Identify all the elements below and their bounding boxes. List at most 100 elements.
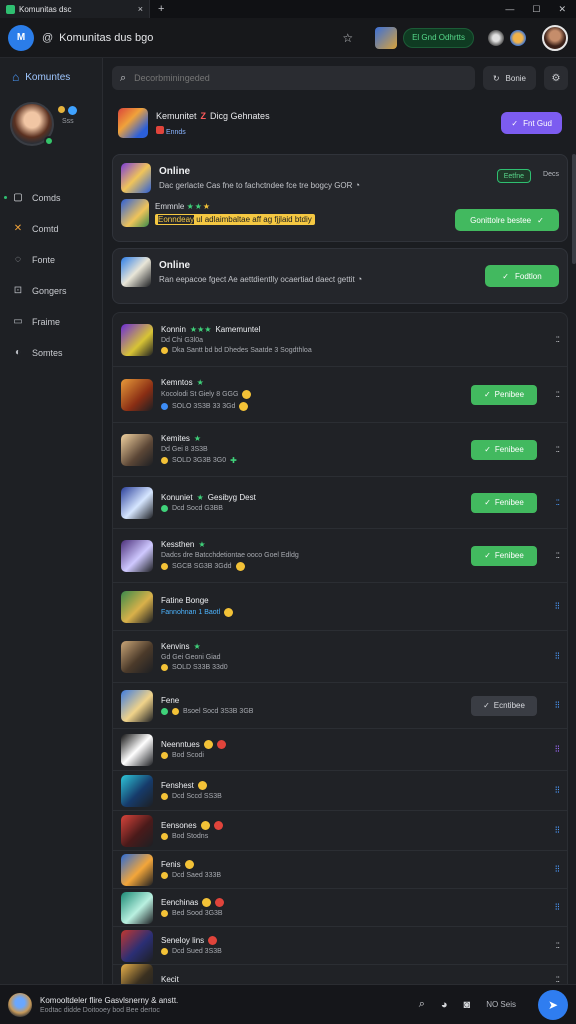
row-action-button[interactable]: ✓ Ecntibee [471,695,537,716]
game-thumbnail[interactable] [121,963,153,984]
list-item[interactable]: Fatine Bonge Fannohnan 1 Baotl ⁝⁝ [113,583,567,631]
row-meta: Dka Santt bd bd Dhedes Saatde 3 Sogdthlo… [161,347,537,354]
list-item[interactable]: Kessthen ★ Dadcs dre Batcchdetiontae ooco … [113,529,567,583]
community-thumbnail[interactable] [118,108,148,138]
list-item[interactable]: Kecit:: [113,963,567,984]
bottom-avatar[interactable] [8,992,32,1017]
online-panel-1: Online Dac gerlacte Cas fne to fachctnde… [112,154,568,242]
filter-button[interactable]: ↻ Bonie [482,66,536,90]
list-item[interactable]: Neenntues Bod Scodi ⁝⁝ [113,729,567,771]
header-thumbnail[interactable] [375,26,398,49]
more-options-icon[interactable]: ⁝⁝ [537,744,560,755]
header-avatar-1[interactable] [488,29,504,46]
scrollbar[interactable] [572,154,576,264]
panel-action-button[interactable]: ✓ Fodtlon [485,265,559,287]
more-options-icon[interactable]: ⁝⁝ [537,864,560,875]
meta-icon [161,664,168,671]
game-thumbnail[interactable] [121,929,153,962]
game-thumbnail[interactable] [121,590,153,623]
app-logo[interactable]: M [8,24,34,51]
more-options-icon[interactable]: ⁝⁝ [537,601,560,612]
browser-tab[interactable]: Komunitas dsc × [0,0,150,18]
game-thumbnail[interactable] [121,689,153,722]
game-thumbnail[interactable] [121,640,153,673]
game-thumbnail[interactable] [121,853,153,886]
close-window-button[interactable]: ✕ [558,4,566,15]
profile[interactable]: Sss [10,102,102,164]
game-thumbnail[interactable] [121,733,153,766]
row-name: Fenis [161,860,537,869]
panel-thumbnail[interactable] [121,257,151,287]
emoji-icon[interactable]: ◙ [464,999,471,1011]
list-item[interactable]: Kenvins ★ Gd Gei Geoni Giad SOLD S33B 33d0 ⁝… [113,631,567,683]
more-options-icon[interactable]: :: [537,444,560,455]
game-thumbnail[interactable] [121,323,153,356]
game-thumbnail[interactable] [121,486,153,519]
list-item[interactable]: Fenis Dcd Saed 333B ⁝⁝ [113,851,567,889]
list-item[interactable]: Eenchinas Bed Sood 3G3B ⁝⁝ [113,889,567,927]
row-name-text: Eensones [161,821,197,830]
more-options-icon[interactable]: ⁝⁝ [537,785,560,796]
more-options-icon[interactable]: ⁝⁝ [537,902,560,913]
list-item[interactable]: Eensones Bod Stodns ⁝⁝ [113,811,567,851]
game-thumbnail[interactable] [121,891,153,924]
search-input[interactable] [134,73,467,83]
header-avatar-2[interactable] [510,29,526,46]
sidebar-item-comds[interactable]: ▢ Comds [0,182,102,213]
list-item[interactable]: Fene Bsoel Socd 3S3B 3GB ✓ Ecntibee ⁝⁝ [113,683,567,729]
header-status-pill[interactable]: El Gnd Odhrtts [403,27,474,48]
sidebar-item-fonte[interactable]: ◌ Fonte [0,244,102,275]
sidebar-item-gongers[interactable]: ⊡ Gongers [0,275,102,306]
more-options-icon[interactable]: :: [537,940,560,951]
game-thumbnail[interactable] [121,378,153,411]
row-text: Kenvins ★ Gd Gei Geoni Giad SOLD S33B 33d0 [161,642,537,671]
sidebar-item-somtes[interactable]: ◐ Somtes [0,337,102,368]
join-button[interactable]: ✓ Fnt Gud [501,112,562,134]
settings-button[interactable]: ⚙ [544,66,568,90]
minimize-button[interactable]: — [505,4,514,15]
chat-fab-button[interactable]: ➤ [538,989,568,1020]
bottom-sub: Eodtac didde Doitooey bod Bee dertoc [40,1006,160,1014]
meta-icon [161,457,168,464]
game-thumbnail[interactable] [121,774,153,807]
compass-icon[interactable]: ◕ [441,999,448,1011]
more-options-icon[interactable]: :: [537,334,560,345]
new-tab-button[interactable]: + [150,3,172,15]
row-action-button[interactable]: ✓ Fenibee [471,492,537,513]
list-item[interactable]: Fenshest Dcd Sccd SS3B ⁝⁝ [113,771,567,811]
row-action-button[interactable]: ✓ Fenibee [471,439,537,460]
tab-close-icon[interactable]: × [138,4,143,14]
star-icon[interactable]: ☆ [342,31,353,45]
more-options-icon[interactable]: :: [537,550,560,561]
game-thumbnail[interactable] [121,814,153,847]
row-name-text: Kemites [161,434,190,443]
panel-thumbnail[interactable] [121,163,151,193]
panel-action-button[interactable]: Gonittolre bestee ✓ [455,209,559,231]
row-action-button[interactable]: ✓ Fenibee [471,545,537,566]
more-options-icon[interactable]: ⁝⁝ [537,700,560,711]
more-options-icon[interactable]: :: [537,389,560,400]
more-options-icon[interactable]: :: [537,974,560,984]
list-item[interactable]: Konnin ★★★ Kamemuntel Dd Chi G3l0a Dka Santt… [113,313,567,367]
row-action-button[interactable]: ✓ Penibee [471,384,537,405]
address-text[interactable]: Komunitas dus bgo [59,32,153,44]
maximize-button[interactable]: ☐ [532,4,540,15]
panel-sub-thumbnail[interactable] [121,199,149,227]
row-meta-text: Dcd Socd G3BB [172,505,223,512]
search-icon[interactable]: ⌕ [419,998,425,1011]
game-thumbnail[interactable] [121,433,153,466]
fire-icon [156,125,164,134]
sidebar-brand[interactable]: ⌂ Komuntes [0,58,102,96]
game-thumbnail[interactable] [121,539,153,572]
list-item[interactable]: Kemites ★ Dd Gei 8 3S3B SOLD 3G3B 3G0 ✚ ✓ Feni… [113,423,567,477]
sidebar-item-fraime[interactable]: ▭ Fraime [0,306,102,337]
more-options-icon[interactable]: ⁝⁝ [537,825,560,836]
list-item[interactable]: Konuniet ★ Gesibyg Dest Dcd Socd G3BB ✓ Fenib… [113,477,567,529]
list-item[interactable]: Seneloy lins Dcd Sued 3S3B:: [113,927,567,965]
more-options-icon[interactable]: ⁝⁝ [537,651,560,662]
search-box[interactable]: ⌕ [112,66,475,90]
sidebar-item-comtd[interactable]: ✕ Comtd [0,213,102,244]
user-avatar[interactable] [542,24,568,51]
more-options-icon[interactable]: :: [537,497,560,508]
list-item[interactable]: Kemntos ★ Kocolodi St Giely 8 GGG SOLO 3S3B… [113,367,567,423]
